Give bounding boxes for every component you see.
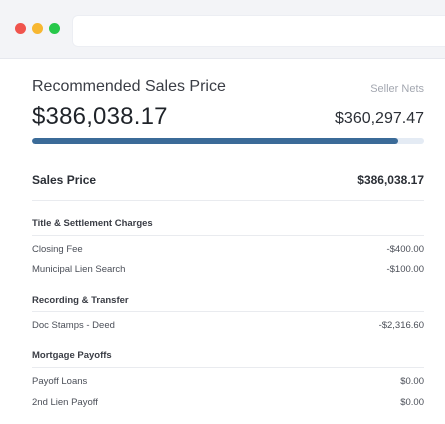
window-titlebar <box>0 0 445 59</box>
line-item-value: -$400.00 <box>386 244 424 255</box>
divider <box>32 367 424 368</box>
line-item-value: -$2,316.60 <box>378 320 424 331</box>
maximize-window-button[interactable] <box>49 23 60 34</box>
minimize-window-button[interactable] <box>32 23 43 34</box>
seller-nets-label: Seller Nets <box>370 83 424 95</box>
line-item-value: $0.00 <box>400 376 424 387</box>
line-item-value: $0.00 <box>400 397 424 408</box>
seller-nets-progress-fill <box>32 138 398 144</box>
close-window-button[interactable] <box>15 23 26 34</box>
divider <box>32 235 424 236</box>
browser-window: Recommended Sales Price Seller Nets $386… <box>0 0 445 424</box>
section-heading-recording-transfer: Recording & Transfer <box>32 295 129 306</box>
seller-nets-value: $360,297.47 <box>335 110 424 127</box>
section-heading-title-settlement: Title & Settlement Charges <box>32 218 153 229</box>
section-heading-mortgage-payoffs: Mortgage Payoffs <box>32 350 112 361</box>
seller-nets-progress-bar <box>32 138 424 144</box>
line-item-label: Doc Stamps - Deed <box>32 320 115 331</box>
sales-price-row: Sales Price $386,038.17 <box>32 173 424 197</box>
recommended-price-value: $386,038.17 <box>32 103 168 130</box>
divider <box>32 311 424 312</box>
line-item-label: Payoff Loans <box>32 376 88 387</box>
recommended-price-title: Recommended Sales Price <box>32 78 226 95</box>
address-bar[interactable] <box>72 15 445 47</box>
line-item-label: 2nd Lien Payoff <box>32 397 98 408</box>
divider <box>32 200 424 201</box>
sales-price-value: $386,038.17 <box>357 173 424 187</box>
line-item-value: -$100.00 <box>386 264 424 275</box>
line-item-label: Municipal Lien Search <box>32 264 126 275</box>
sales-price-label: Sales Price <box>32 173 97 187</box>
line-item-label: Closing Fee <box>32 244 83 255</box>
